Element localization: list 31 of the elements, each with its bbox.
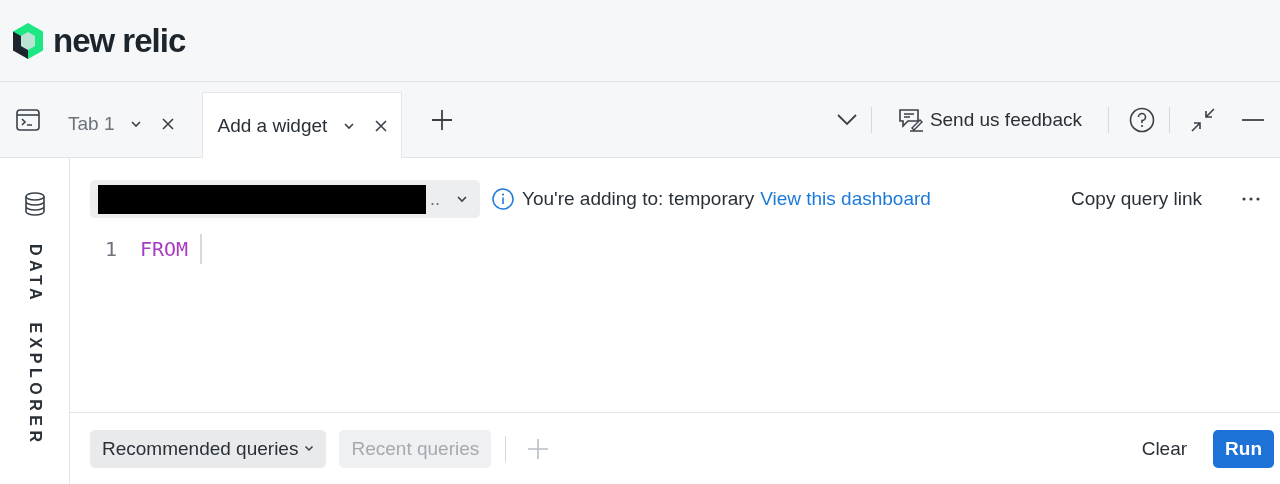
run-button[interactable]: Run	[1213, 429, 1274, 468]
close-icon[interactable]	[375, 119, 388, 132]
sidebar-label[interactable]: DATA EXPLORER	[25, 244, 44, 447]
query-button[interactable]: Recommended queries	[90, 429, 327, 468]
chevron-down-icon[interactable]	[343, 121, 356, 130]
copy-link-button[interactable]: Copy query link	[1065, 187, 1208, 211]
text-cursor	[200, 234, 203, 264]
help-icon[interactable]	[1129, 106, 1155, 133]
more-icon[interactable]	[1242, 197, 1260, 201]
collapse-icon[interactable]	[1190, 106, 1216, 133]
chevron-down-icon[interactable]	[836, 113, 857, 126]
add-tab-icon[interactable]	[430, 107, 455, 132]
brand-name: new relic	[53, 21, 186, 60]
feedback-button[interactable]: Send us feedback	[885, 107, 1094, 132]
clear-button[interactable]: Clear	[1141, 437, 1188, 460]
terminal-icon[interactable]	[16, 108, 40, 131]
tab[interactable]: Tab 1	[28, 92, 189, 156]
tab[interactable]: Add a widget	[202, 92, 403, 158]
close-icon[interactable]	[162, 118, 175, 130]
chevron-down-icon[interactable]	[130, 120, 143, 128]
feedback-icon	[897, 107, 924, 132]
dashboard-link[interactable]: View this dashboard	[760, 188, 931, 210]
database-icon[interactable]	[23, 192, 46, 216]
chevron-down-icon[interactable]	[456, 195, 468, 203]
logo-icon	[11, 21, 45, 60]
notice-text: You're adding to: temporary	[522, 188, 755, 210]
account-selector[interactable]: ..	[90, 180, 480, 218]
code-text[interactable]: FROM	[140, 237, 189, 261]
line-number: 1	[105, 237, 119, 261]
minimize-icon[interactable]	[1242, 117, 1264, 122]
info-icon	[492, 188, 514, 210]
